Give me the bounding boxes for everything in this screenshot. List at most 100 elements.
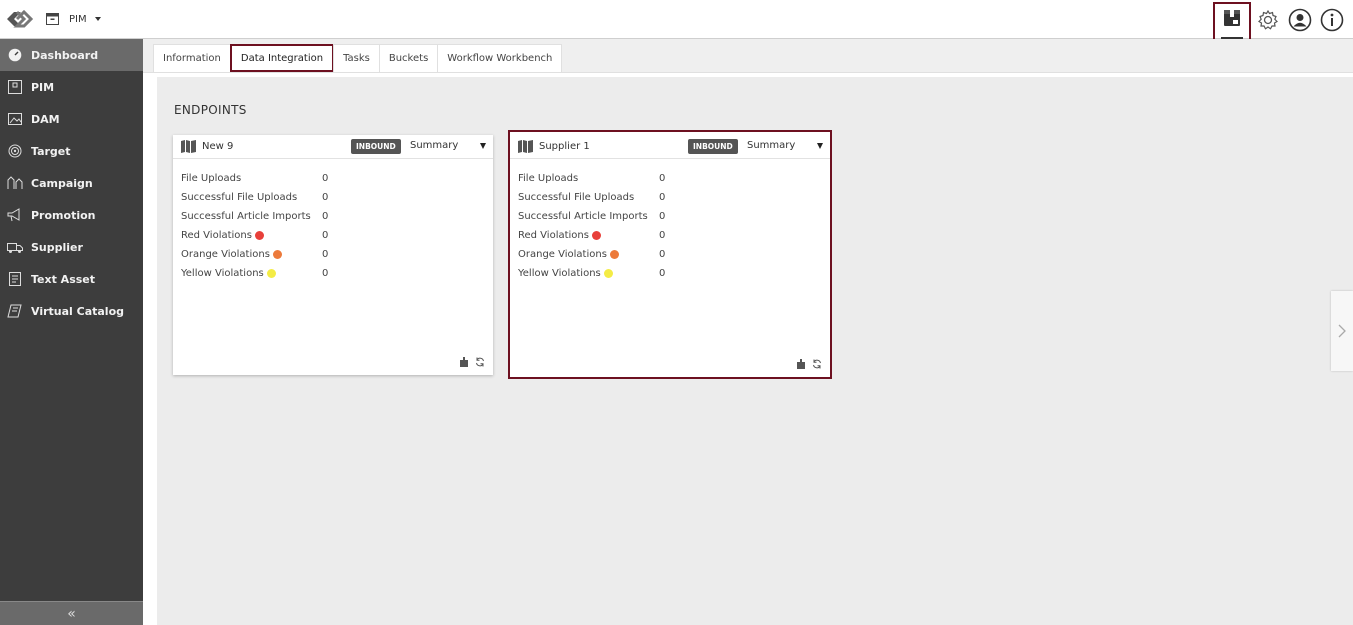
view-select[interactable]: Summary [410,140,487,151]
endpoint-card[interactable]: Supplier 1 INBOUND Summary File Uploads 0… [508,130,832,379]
sidebar-item-dashboard[interactable]: Dashboard [0,39,143,71]
stat-row: Successful File Uploads 0 [181,188,328,207]
stat-label: Red Violations [181,230,252,241]
stat-label: Successful File Uploads [181,192,298,203]
stat-row: Red Violations 0 [518,226,665,245]
stat-label: Yellow Violations [518,268,601,279]
catalog-icon [7,303,23,319]
stat-row: Orange Violations 0 [518,245,665,264]
document-icon [7,271,23,287]
view-select-value: Summary [747,140,796,151]
sidebar-item-virtual-catalog[interactable]: Virtual Catalog [0,295,143,327]
view-select[interactable]: Summary [747,140,824,151]
image-icon [7,111,23,127]
stat-value: 0 [659,192,666,203]
stat-row: File Uploads 0 [518,169,665,188]
endpoint-name: New 9 [202,141,234,152]
stat-row: File Uploads 0 [181,169,328,188]
info-icon [1320,8,1344,32]
sidebar-item-label: Dashboard [31,48,99,62]
module-label: PIM [69,13,87,25]
stat-label: File Uploads [518,173,579,184]
stat-value: 0 [322,249,329,260]
stat-row: Red Violations 0 [181,226,328,245]
stat-value: 0 [322,230,329,241]
map-icon [518,140,533,153]
triangle-down-icon [480,142,487,149]
stat-value: 0 [322,268,329,279]
stat-row: Successful File Uploads 0 [518,188,665,207]
yellow-dot-icon [603,269,613,278]
upload-icon[interactable] [796,359,806,369]
sidebar-item-supplier[interactable]: Supplier [0,231,143,263]
sidebar-item-pim[interactable]: PIM [0,71,143,103]
module-switcher[interactable]: PIM [46,11,101,27]
stat-value: 0 [659,268,666,279]
chevron-right-icon [1338,324,1346,338]
orange-dot-icon [609,250,619,259]
top-bar: PIM [0,0,1353,48]
sidebar-item-label: Target [31,144,71,158]
sidebar-item-label: Campaign [31,176,93,190]
package-icon [1224,10,1240,26]
app-logo-icon[interactable] [4,7,34,31]
stat-value: 0 [322,211,329,222]
section-title: ENDPOINTS [174,103,247,117]
stat-row: Orange Violations 0 [181,245,328,264]
user-profile-button[interactable] [1285,5,1315,35]
double-chevron-left-icon: « [67,605,76,622]
chevron-down-icon [94,17,101,21]
tab-tasks[interactable]: Tasks [333,44,380,72]
red-dot-icon [254,231,264,240]
stat-label: Successful Article Imports [518,211,648,222]
stat-row: Successful Article Imports 0 [518,207,665,226]
target-icon [7,143,23,159]
stat-value: 0 [659,249,666,260]
sidebar-item-label: PIM [31,80,55,94]
stat-value: 0 [322,173,329,184]
info-button[interactable] [1317,5,1347,35]
sidebar-item-label: Virtual Catalog [31,304,125,318]
stat-row: Successful Article Imports 0 [181,207,328,226]
tab-bar: Information Data Integration Tasks Bucke… [143,39,1353,73]
stat-row: Yellow Violations 0 [518,264,665,283]
megaphone-icon [7,207,23,223]
dashboard-icon [7,47,23,63]
next-page-button[interactable] [1331,291,1353,371]
sidebar-item-label: DAM [31,112,60,126]
view-select-value: Summary [410,140,459,151]
tab-information[interactable]: Information [153,44,231,72]
stat-label: Yellow Violations [181,268,264,279]
sidebar-item-promotion[interactable]: Promotion [0,199,143,231]
sidebar-item-dam[interactable]: DAM [0,103,143,135]
endpoint-card[interactable]: New 9 INBOUND Summary File Uploads 0 Succ… [173,135,493,375]
stat-label: Successful Article Imports [181,211,311,222]
upload-icon[interactable] [459,357,469,367]
stat-label: Orange Violations [181,249,270,260]
stat-label: File Uploads [181,173,242,184]
tab-data-integration[interactable]: Data Integration [229,44,335,72]
stat-label: Orange Violations [518,249,607,260]
sidebar-collapse-button[interactable]: « [0,601,143,625]
stat-row: Yellow Violations 0 [181,264,328,283]
sidebar-item-label: Text Asset [31,272,96,286]
card-header: New 9 INBOUND Summary [173,135,493,159]
stat-value: 0 [659,230,666,241]
sidebar-item-campaign[interactable]: Campaign [0,167,143,199]
main-content: ENDPOINTS New 9 INBOUND Summary File Upl… [157,77,1353,625]
gear-icon [1258,9,1278,30]
refresh-icon[interactable] [812,359,822,369]
stat-value: 0 [659,173,666,184]
stat-label: Red Violations [518,230,589,241]
sidebar: Dashboard PIM DAM Target Campaign Promot… [0,39,143,625]
tab-workflow-workbench[interactable]: Workflow Workbench [437,44,563,72]
stat-label: Successful File Uploads [518,192,635,203]
red-dot-icon [591,231,601,240]
refresh-icon[interactable] [475,357,485,367]
sidebar-item-text-asset[interactable]: Text Asset [0,263,143,295]
sidebar-item-target[interactable]: Target [0,135,143,167]
yellow-dot-icon [266,269,276,278]
user-icon [1288,8,1312,32]
settings-button[interactable] [1253,5,1283,35]
tab-buckets[interactable]: Buckets [378,44,439,72]
